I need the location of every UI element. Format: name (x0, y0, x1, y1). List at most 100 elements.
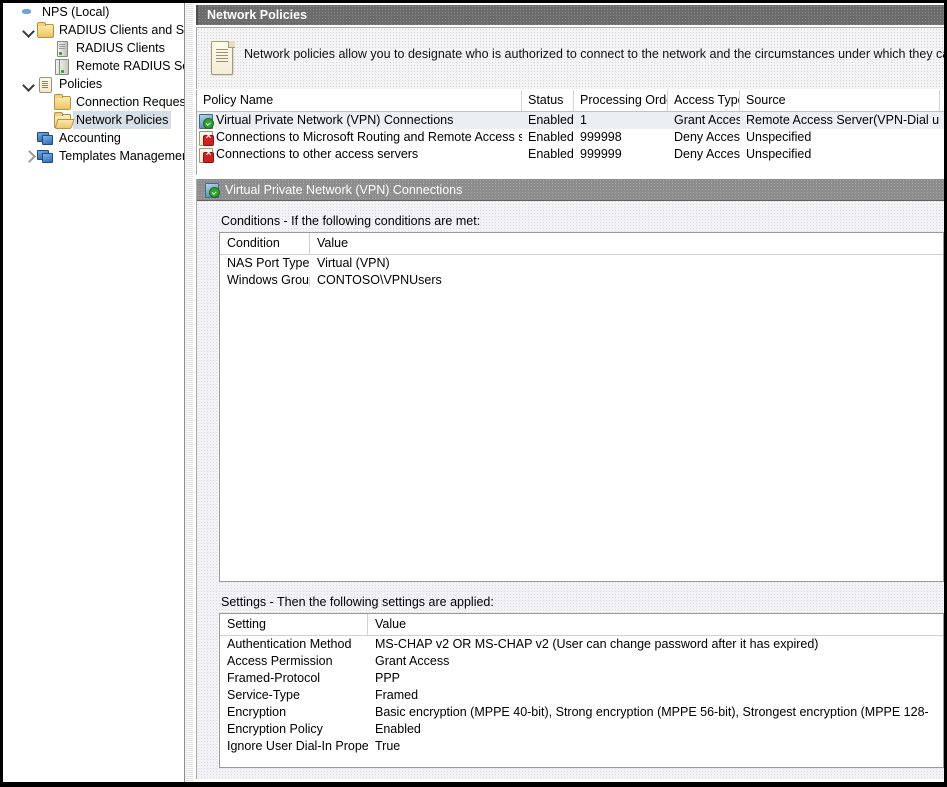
tree-expander-spacer (37, 39, 53, 57)
setting-row[interactable]: Encryption PolicyEnabled (220, 721, 943, 738)
setting-cell-value: Grant Access (368, 653, 928, 670)
description-text: Network policies allow you to designate … (244, 47, 944, 61)
tree-expander-spacer (37, 111, 53, 129)
policy-cell-access-type: Deny Access (668, 146, 740, 163)
server-group-icon (53, 58, 71, 74)
tree-item-label: Accounting (56, 129, 124, 147)
chevron-right-icon[interactable] (20, 147, 36, 165)
tree-item-label: Policies (56, 75, 105, 93)
setting-cell-value: Basic encryption (MPPE 40-bit), Strong e… (368, 704, 928, 721)
chevron-down-icon[interactable] (20, 75, 36, 93)
tree-item-label: Network Policies (73, 111, 171, 129)
policy-cell-status: Enabled (522, 129, 574, 146)
policy-name-text: Virtual Private Network (VPN) Connection… (216, 112, 453, 129)
policy-column-header[interactable]: Source (740, 90, 940, 111)
policy-cell-name: Connections to other access servers (197, 146, 522, 163)
policy-cell-status: Enabled (522, 146, 574, 163)
tree-item-label: RADIUS Clients (73, 39, 168, 57)
setting-cell-setting: Access Permission (220, 653, 368, 670)
condition-cell-condition: NAS Port Type (220, 255, 310, 272)
conditions-grid-body[interactable]: NAS Port TypeVirtual (VPN)Windows Groups… (220, 255, 943, 289)
settings-grid[interactable]: SettingValue Authentication MethodMS-CHA… (219, 613, 944, 768)
tree-item-radius-clients[interactable]: RADIUS Clients (3, 39, 184, 57)
page-title: Network Policies (196, 5, 944, 25)
condition-cell-value: Virtual (VPN) (310, 255, 690, 272)
folder-icon (53, 94, 71, 110)
policy-list[interactable]: Policy NameStatusProcessing OrderAccess … (196, 90, 944, 175)
tree-item-radius-clients-and-servers[interactable]: RADIUS Clients and Servers (3, 21, 184, 39)
description-band: Network policies allow you to designate … (196, 27, 944, 89)
setting-row[interactable]: Ignore User Dial-In PropertiesTrue (220, 738, 943, 755)
tree-expander-spacer (20, 129, 36, 147)
condition-row[interactable]: Windows GroupsCONTOSO\VPNUsers (220, 272, 943, 289)
policy-name-text: Connections to Microsoft Routing and Rem… (216, 129, 522, 146)
details-header: Virtual Private Network (VPN) Connection… (197, 179, 944, 201)
folder-open-icon (53, 112, 71, 128)
policy-cell-access-type: Deny Access (668, 129, 740, 146)
tree-item-templates-management[interactable]: Templates Management (3, 147, 184, 165)
policy-details-pane: Virtual Private Network (VPN) Connection… (196, 179, 944, 779)
policy-row[interactable]: Connections to other access servers Enabl… (197, 146, 944, 163)
tree-item-label: RADIUS Clients and Servers (56, 21, 184, 39)
nps-console-window: NPS (Local)RADIUS Clients and ServersRAD… (0, 0, 947, 787)
server-icon (53, 40, 71, 56)
policy-cell-processing-order: 999998 (574, 129, 668, 146)
policy-column-header[interactable]: Access Type (668, 90, 740, 111)
console-tree-pane[interactable]: NPS (Local)RADIUS Clients and ServersRAD… (3, 3, 184, 782)
conditions-grid-header: ConditionValue (220, 233, 943, 255)
policy-cell-processing-order: 999999 (574, 146, 668, 163)
tree-item-policies[interactable]: Policies (3, 75, 184, 93)
policy-row[interactable]: Connections to Microsoft Routing and Rem… (197, 129, 944, 146)
conditions-label: Conditions - If the following conditions… (197, 201, 944, 232)
monitor-icon (36, 148, 54, 164)
chevron-down-icon[interactable] (20, 21, 36, 39)
tree-item-label: Connection Request Po (73, 93, 184, 111)
setting-row[interactable]: Authentication MethodMS-CHAP v2 OR MS-CH… (220, 636, 943, 653)
policy-cell-status: Enabled (522, 112, 574, 129)
setting-row[interactable]: Service-TypeFramed (220, 687, 943, 704)
condition-column-header[interactable]: Condition (220, 233, 310, 254)
setting-cell-value: PPP (368, 670, 928, 687)
settings-grid-header: SettingValue (220, 614, 943, 636)
tree-item-connection-request-po[interactable]: Connection Request Po (3, 93, 184, 111)
condition-column-header[interactable]: Value (310, 233, 690, 254)
setting-cell-value: Enabled (368, 721, 928, 738)
policy-allow-icon (199, 114, 213, 128)
setting-cell-setting: Framed-Protocol (220, 670, 368, 687)
setting-row[interactable]: Framed-ProtocolPPP (220, 670, 943, 687)
settings-label: Settings - Then the following settings a… (197, 582, 944, 613)
scroll-icon (36, 76, 54, 92)
setting-column-header[interactable]: Value (368, 614, 928, 635)
policy-name-text: Connections to other access servers (216, 146, 418, 163)
setting-row[interactable]: Access PermissionGrant Access (220, 653, 943, 670)
policy-column-header[interactable]: Status (522, 90, 574, 111)
policy-column-header[interactable]: Processing Order (574, 90, 668, 111)
conditions-grid[interactable]: ConditionValue NAS Port TypeVirtual (VPN… (219, 232, 944, 582)
policy-cell-source: Unspecified (740, 129, 940, 146)
setting-row[interactable]: EncryptionBasic encryption (MPPE 40-bit)… (220, 704, 943, 721)
policy-cell-source: Unspecified (740, 146, 940, 163)
policy-column-header[interactable]: Policy Name (197, 90, 522, 111)
policy-scroll-icon (209, 41, 235, 75)
details-header-title: Virtual Private Network (VPN) Connection… (225, 183, 462, 197)
policy-list-body[interactable]: Virtual Private Network (VPN) Connection… (197, 112, 944, 163)
globe-icon (19, 4, 37, 20)
setting-cell-value: MS-CHAP v2 OR MS-CHAP v2 (User can chang… (368, 636, 928, 653)
tree-item-accounting[interactable]: Accounting (3, 129, 184, 147)
policy-deny-icon (199, 131, 213, 145)
tree-item-label: NPS (Local) (39, 3, 112, 21)
policy-list-header[interactable]: Policy NameStatusProcessing OrderAccess … (197, 90, 944, 112)
tree-item-network-policies[interactable]: Network Policies (3, 111, 184, 129)
setting-column-header[interactable]: Setting (220, 614, 368, 635)
tree-expander-spacer (37, 93, 53, 111)
condition-row[interactable]: NAS Port TypeVirtual (VPN) (220, 255, 943, 272)
policy-row[interactable]: Virtual Private Network (VPN) Connection… (197, 112, 944, 129)
tree-item-nps-local[interactable]: NPS (Local) (3, 3, 184, 21)
results-pane: Network Policies Network policies allow … (193, 3, 944, 782)
policy-cell-processing-order: 1 (574, 112, 668, 129)
policy-cell-name: Virtual Private Network (VPN) Connection… (197, 112, 522, 129)
setting-cell-setting: Authentication Method (220, 636, 368, 653)
tree-item-remote-radius-server[interactable]: Remote RADIUS Server (3, 57, 184, 75)
settings-grid-body[interactable]: Authentication MethodMS-CHAP v2 OR MS-CH… (220, 636, 943, 755)
folder-icon (36, 22, 54, 38)
